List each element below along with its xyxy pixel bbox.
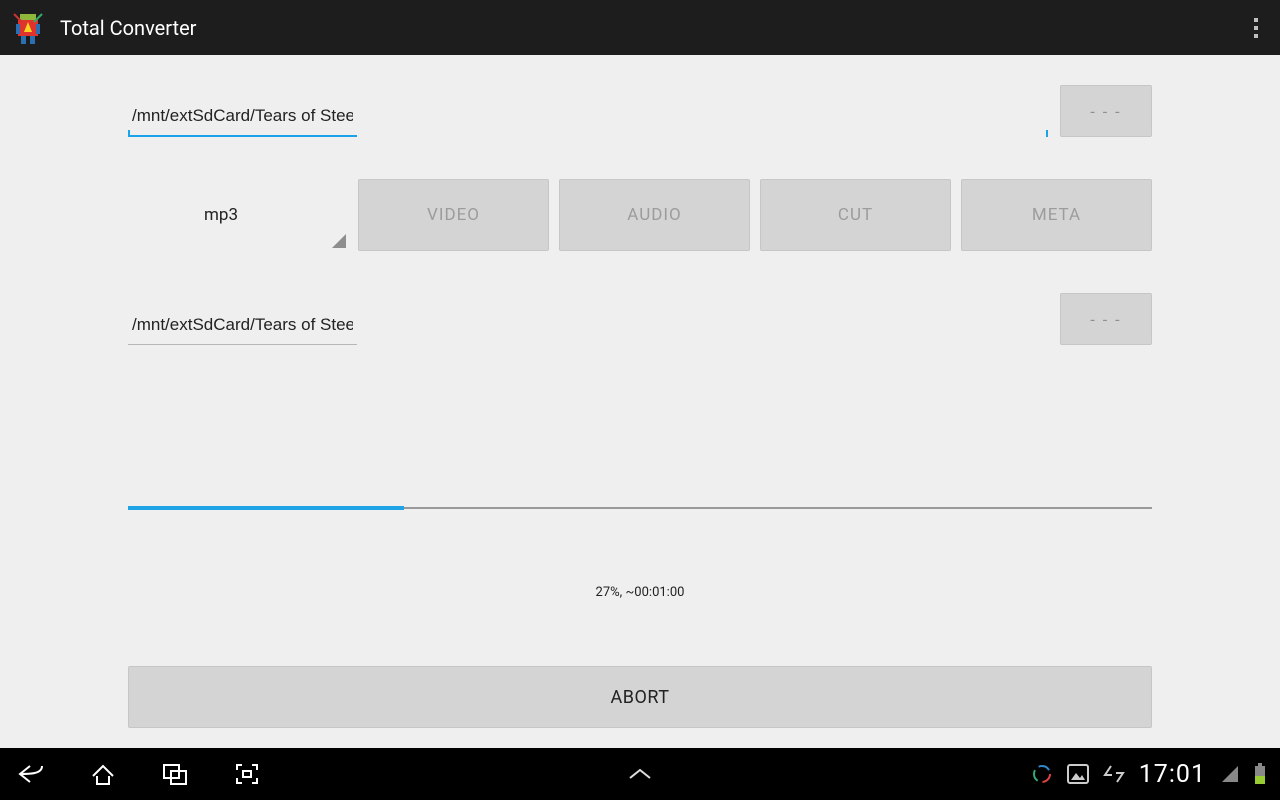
main-content: - - - mp3 VIDEO AUDIO CUT META - - - 27%… <box>0 55 1280 748</box>
app-icon <box>8 8 48 48</box>
source-row: - - - <box>128 85 1152 137</box>
signal-icon <box>1220 764 1240 784</box>
action-bar: Total Converter <box>0 0 1280 55</box>
battery-icon <box>1254 763 1266 785</box>
status-clock: 17:01 <box>1139 760 1206 789</box>
abort-button[interactable]: ABORT <box>128 666 1152 728</box>
cut-button[interactable]: CUT <box>760 179 951 251</box>
audio-button[interactable]: AUDIO <box>559 179 750 251</box>
expand-up-icon[interactable] <box>623 760 657 788</box>
progress-text: 27%, ~00:01:00 <box>128 585 1152 600</box>
overflow-menu-icon[interactable] <box>1244 8 1268 48</box>
status-tray: 17:01 <box>1031 760 1266 789</box>
screenshot-icon[interactable] <box>230 757 264 791</box>
video-button[interactable]: VIDEO <box>358 179 549 251</box>
meta-button[interactable]: META <box>961 179 1152 251</box>
progress-fill <box>128 506 404 510</box>
picture-icon <box>1067 764 1089 784</box>
source-browse-button[interactable]: - - - <box>1060 85 1152 137</box>
dest-row: - - - <box>128 293 1152 345</box>
sync-icon <box>1031 763 1053 785</box>
options-row: mp3 VIDEO AUDIO CUT META <box>128 179 1152 251</box>
spinner-triangle-icon <box>332 234 346 248</box>
charging-icon <box>1103 764 1125 784</box>
progress-area: 27%, ~00:01:00 <box>128 507 1152 600</box>
recent-apps-icon[interactable] <box>158 757 192 791</box>
dest-browse-button[interactable]: - - - <box>1060 293 1152 345</box>
source-path-input[interactable] <box>128 97 357 137</box>
app-title: Total Converter <box>60 16 196 40</box>
format-spinner[interactable]: mp3 <box>128 179 348 251</box>
home-icon[interactable] <box>86 757 120 791</box>
dest-path-input[interactable] <box>128 305 357 345</box>
back-icon[interactable] <box>14 757 48 791</box>
progress-bar <box>128 507 1152 509</box>
format-spinner-value: mp3 <box>204 205 238 225</box>
